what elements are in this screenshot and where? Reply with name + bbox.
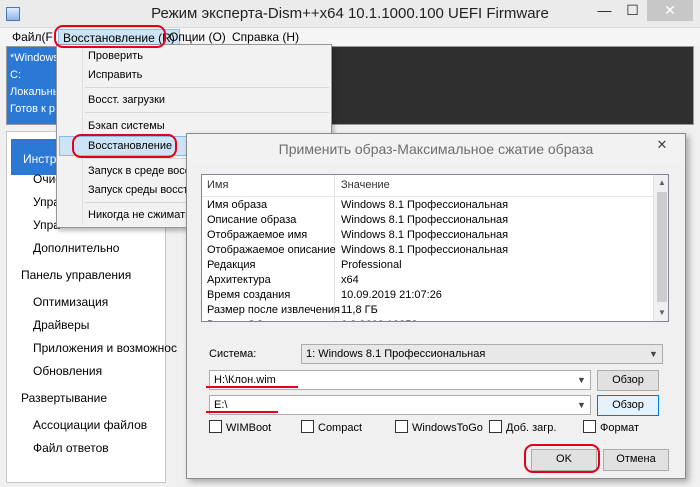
table-row[interactable]: Архитектура x64 [202, 273, 653, 288]
table-scrollbar[interactable]: ▲ ▼ [653, 175, 668, 321]
table-header: Имя Значение [202, 175, 653, 197]
menu-options[interactable]: Опции (O) [165, 29, 230, 45]
property-value: 11,8 ГБ [341, 304, 378, 316]
property-name: Имя образа [207, 199, 268, 211]
chevron-down-icon: ▼ [577, 400, 586, 410]
column-header-value[interactable]: Значение [341, 179, 390, 191]
apply-image-dialog: Применить образ-Максимальное сжатие обра… [186, 133, 686, 479]
property-value: Professional [341, 259, 402, 271]
add-boot-label: Доб. загр. [506, 422, 557, 434]
windowstogo-checkbox[interactable]: WindowsToGo [395, 420, 483, 434]
nav-item-apps[interactable]: Приложения и возможнос [33, 341, 177, 355]
checkbox-box[interactable] [209, 420, 222, 433]
session-status-label: Готов к р [10, 103, 56, 115]
table-row[interactable]: Отображаемое имя Windows 8.1 Профессионал… [202, 228, 653, 243]
menu-help[interactable]: Справка (H) [228, 29, 303, 45]
cancel-button[interactable]: Отмена [603, 449, 669, 471]
dialog-close-button[interactable]: ✕ [641, 135, 683, 155]
nav-section-control-panel: Панель управления [21, 268, 132, 282]
table-row[interactable]: Редакция Professional [202, 258, 653, 273]
menu-file[interactable]: Файл(F [8, 29, 57, 45]
scroll-thumb[interactable] [657, 192, 667, 302]
system-label: Система: [209, 348, 257, 360]
add-boot-checkbox[interactable]: Доб. загр. [489, 420, 556, 434]
image-properties-table[interactable]: Имя Значение Имя образа Windows 8.1 Профе… [201, 174, 669, 322]
property-value: Windows 8.1 Профессиональная [341, 244, 509, 256]
session-drive-label: C: [10, 69, 21, 81]
property-name: Размер после извлечения [207, 304, 341, 316]
property-name: Отображаемое описание [207, 244, 336, 256]
scroll-up-arrow-icon[interactable]: ▲ [654, 175, 668, 191]
annotation-ring-restore-menu [54, 25, 166, 48]
annotation-underline-path [206, 386, 298, 388]
table-row[interactable]: Время создания 10.09.2019 21:07:26 [202, 288, 653, 303]
checkbox-box[interactable] [583, 420, 596, 433]
session-tile[interactable]: *Windows C: Локальны Готов к р [7, 47, 57, 124]
session-os-label: *Windows [10, 52, 57, 64]
system-select[interactable]: 1: Windows 8.1 Профессиональная ▼ [301, 344, 663, 364]
dialog-title: Применить образ-Максимальное сжатие обра… [278, 141, 594, 157]
annotation-ring-restore-item [72, 134, 177, 158]
table-row[interactable]: Размер после извлечения 11,8 ГБ [202, 303, 653, 318]
format-checkbox[interactable]: Формат [583, 420, 639, 434]
property-value: 6.3.9600.19358 [341, 319, 417, 321]
property-value: x64 [341, 274, 359, 286]
checkbox-box[interactable] [301, 420, 314, 433]
column-header-name[interactable]: Имя [207, 179, 228, 191]
menu-separator [85, 87, 329, 88]
table-row[interactable]: Версия ОС 6.3.9600.19358 [202, 318, 653, 321]
wimboot-label: WIMBoot [226, 422, 272, 434]
scroll-down-arrow-icon[interactable]: ▼ [654, 305, 668, 321]
property-name: Описание образа [207, 214, 297, 226]
property-name: Архитектура [207, 274, 271, 286]
format-label: Формат [600, 422, 640, 434]
menu-item-check[interactable]: Проверить [88, 47, 328, 65]
nav-item-updates[interactable]: Обновления [33, 364, 102, 378]
system-select-value: 1: Windows 8.1 Профессиональная [306, 348, 486, 360]
browse-image-button[interactable]: Обзор [597, 370, 659, 391]
nav-item-advanced[interactable]: Дополнительно [33, 241, 119, 255]
property-value: Windows 8.1 Профессиональная [341, 229, 509, 241]
checkbox-box[interactable] [395, 420, 408, 433]
nav-item-file-associations[interactable]: Ассоциации файлов [33, 418, 147, 432]
browse-target-button[interactable]: Обзор [597, 395, 659, 416]
property-value: 10.09.2019 21:07:26 [341, 289, 442, 301]
property-value: Windows 8.1 Профессиональная [341, 199, 509, 211]
property-name: Редакция [207, 259, 256, 271]
maximize-button[interactable]: ☐ [619, 0, 646, 21]
wimboot-checkbox[interactable]: WIMBoot [209, 420, 271, 434]
table-row[interactable]: Имя образа Windows 8.1 Профессиональная [202, 198, 653, 213]
annotation-ring-ok-button [524, 444, 600, 473]
session-type-label: Локальны [10, 86, 57, 98]
property-name: Отображаемое имя [207, 229, 308, 241]
annotation-underline-target [206, 411, 278, 413]
menu-separator [85, 112, 329, 113]
nav-section-deploy: Развертывание [21, 391, 108, 405]
property-name: Время создания [207, 289, 291, 301]
chevron-down-icon: ▼ [649, 349, 658, 359]
menu-item-boot-repair[interactable]: Восст. загрузки [88, 91, 328, 109]
windowstogo-label: WindowsToGo [412, 422, 483, 434]
main-title-bar: Режим эксперта-Dism++x64 10.1.1000.100 U… [0, 0, 700, 28]
main-window: Режим эксперта-Dism++x64 10.1.1000.100 U… [0, 0, 700, 487]
table-row[interactable]: Отображаемое описание Windows 8.1 Професс… [202, 243, 653, 258]
nav-item-drivers[interactable]: Драйверы [33, 318, 89, 332]
nav-item-answer-file[interactable]: Файл ответов [33, 441, 109, 455]
target-path-value: E:\ [214, 399, 228, 411]
dialog-title-bar: Применить образ-Максимальное сжатие обра… [187, 134, 685, 162]
menu-item-repair[interactable]: Исправить [88, 66, 328, 84]
chevron-down-icon: ▼ [577, 375, 586, 385]
compact-label: Compact [318, 422, 363, 434]
minimize-button[interactable]: — [591, 0, 618, 21]
nav-item-optimization[interactable]: Оптимизация [33, 295, 108, 309]
property-name: Версия ОС [207, 319, 264, 321]
table-row[interactable]: Описание образа Windows 8.1 Профессиональ… [202, 213, 653, 228]
property-value: Windows 8.1 Профессиональная [341, 214, 509, 226]
image-path-value: H:\Клон.wim [214, 374, 276, 386]
checkbox-box[interactable] [489, 420, 502, 433]
compact-checkbox[interactable]: Compact [301, 420, 362, 434]
close-button[interactable]: ✕ [647, 0, 693, 21]
